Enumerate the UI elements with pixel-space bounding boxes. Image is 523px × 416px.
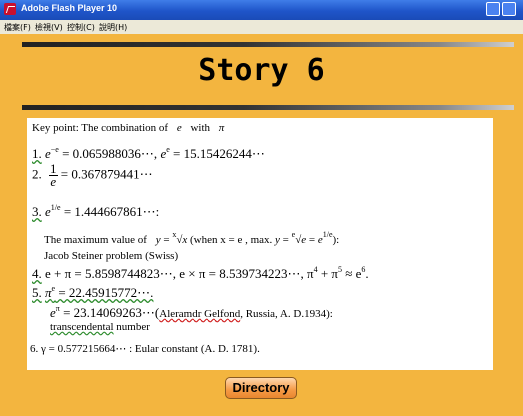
menu-control[interactable]: 控制(C)	[67, 22, 95, 33]
item-6: 6. γ = 0.577215664⋯ : Eular constant (A.…	[30, 343, 260, 355]
gelfond-line: eπ = 23.14069263⋯(Aleramdr Gelfond, Russ…	[50, 304, 333, 321]
menu-file[interactable]: 檔案(F)	[4, 22, 31, 33]
steiner-line: Jacob Steiner problem (Swiss)	[44, 250, 179, 262]
transcendental-line: transcendental number	[50, 321, 150, 333]
top-divider-stripe	[22, 42, 514, 47]
window-title: Adobe Flash Player 10	[21, 3, 118, 13]
menu-help[interactable]: 說明(H)	[99, 22, 127, 33]
content-panel: Key point: The combination of e with π 1…	[27, 118, 493, 370]
menu-bar: 檔案(F) 檢視(V) 控制(C) 說明(H)	[0, 20, 523, 34]
item-2: 2. 1e = 0.367879441⋯	[32, 161, 153, 189]
key-point-line: Key point: The combination of e with π	[32, 122, 225, 134]
flash-player-icon	[4, 3, 16, 15]
item-1: 1. e−e = 0.065988036⋯, ee = 15.15426244⋯	[32, 145, 265, 162]
menu-view[interactable]: 檢視(V)	[35, 22, 63, 33]
maximize-button[interactable]	[502, 2, 516, 16]
minimize-button[interactable]	[486, 2, 500, 16]
item-5: 5. πe = 22.45915772⋯.	[32, 284, 154, 301]
title-bar: Adobe Flash Player 10	[0, 0, 523, 20]
item-4: 4. e + π = 5.8598744823⋯, e × π = 8.5397…	[32, 265, 369, 282]
page-title: Story 6	[198, 53, 325, 88]
max-value-line: The maximum value of y = x√x (when x = e…	[44, 230, 340, 247]
bottom-divider-stripe	[22, 105, 514, 110]
directory-button[interactable]: Directory	[225, 377, 297, 399]
item-3: 3. e1/e = 1.444667861⋯:	[32, 203, 160, 220]
